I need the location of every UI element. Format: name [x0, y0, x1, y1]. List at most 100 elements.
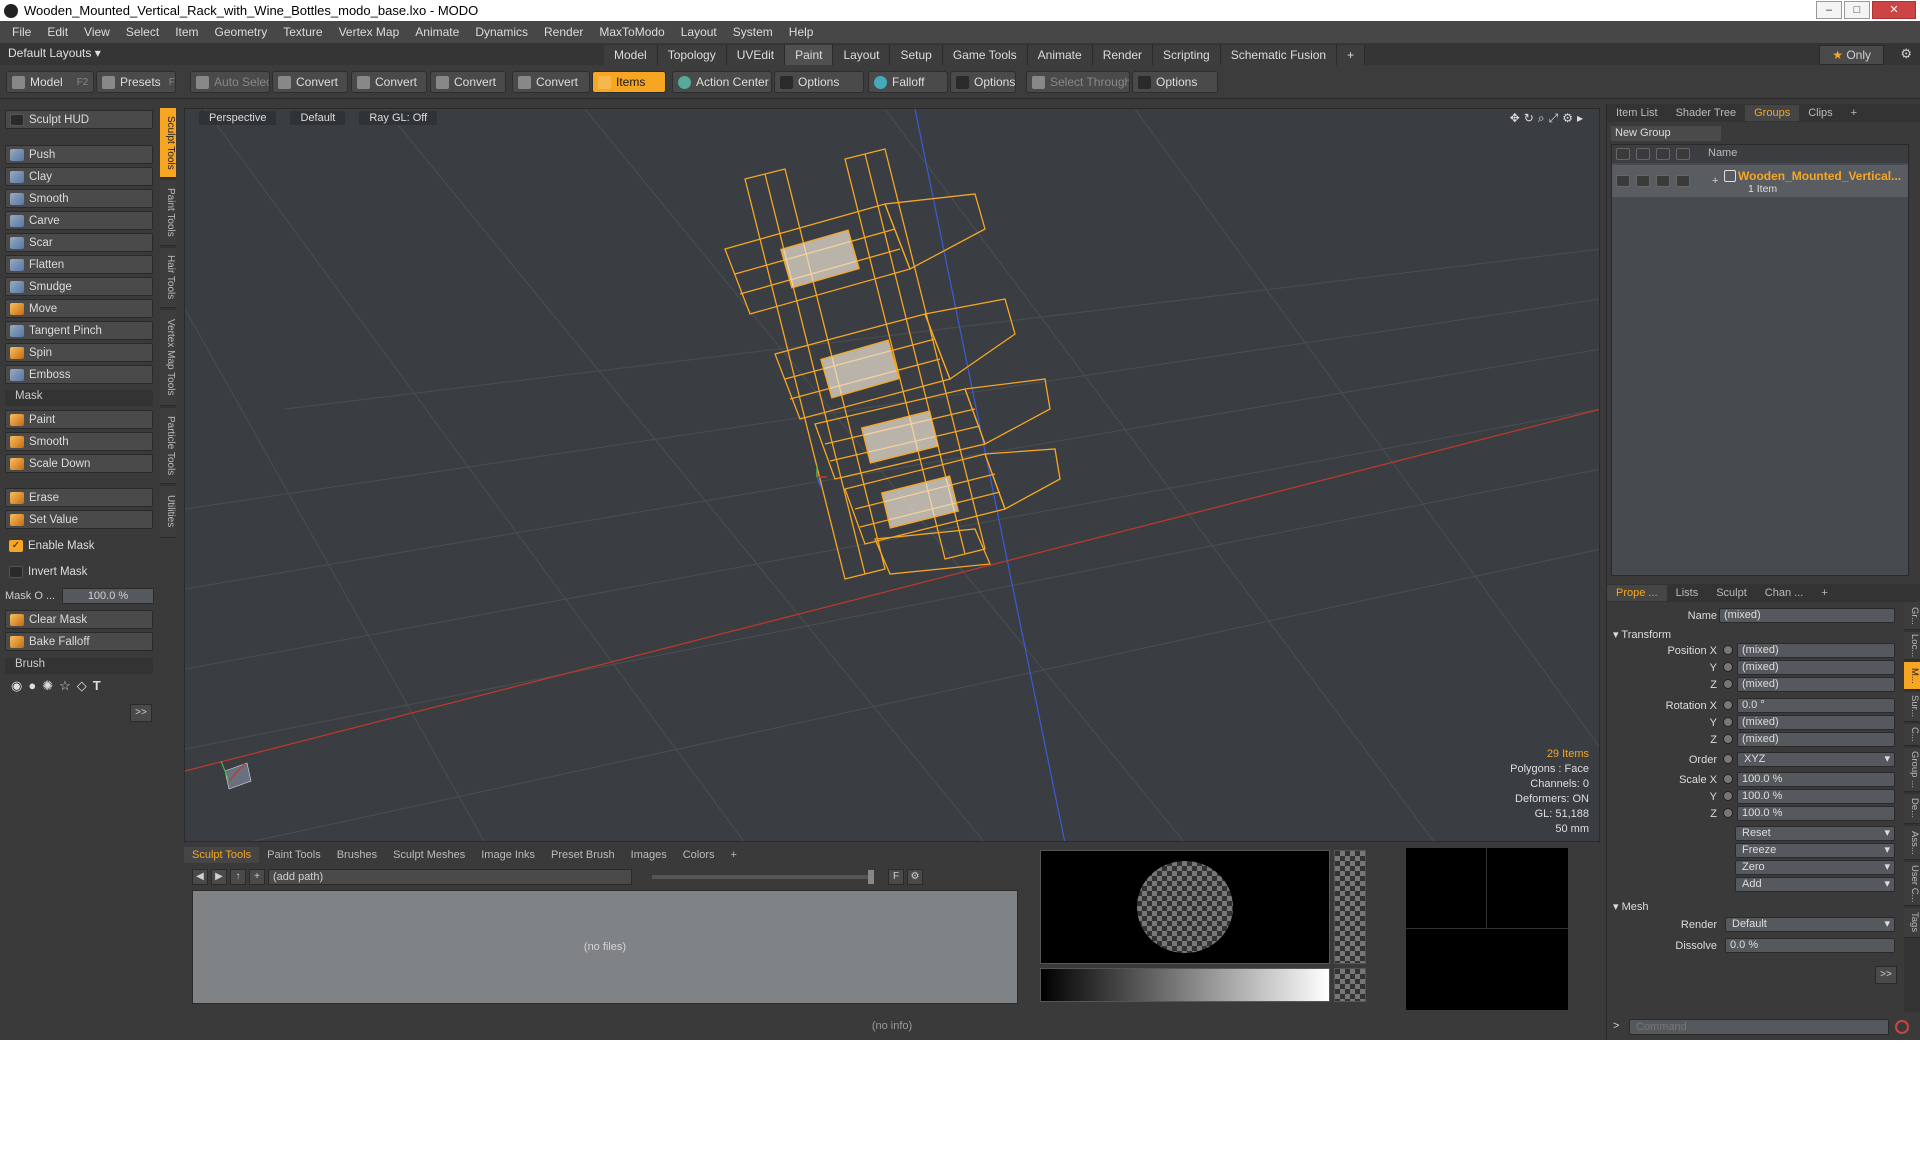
tab-item-list[interactable]: Item List — [1607, 105, 1667, 121]
path-dropdown[interactable]: (add path) — [268, 869, 632, 885]
tab-add-prop[interactable]: + — [1812, 585, 1836, 601]
menu-render[interactable]: Render — [536, 25, 591, 39]
tab-channels[interactable]: Chan ... — [1756, 585, 1813, 601]
zero-dropdown[interactable]: Zero — [1735, 860, 1895, 875]
rvtab-c[interactable]: C... — [1904, 724, 1920, 746]
rotation-x-field[interactable]: 0.0 ° — [1737, 698, 1895, 713]
vtab-sculpt-tools[interactable]: Sculpt Tools — [160, 108, 176, 178]
file-list-area[interactable]: (no files) — [192, 890, 1018, 1004]
convert-button-4[interactable]: Convert — [512, 71, 590, 93]
row-lock-icon[interactable] — [1656, 175, 1670, 187]
falloff-button[interactable]: Falloff — [868, 71, 948, 93]
enable-mask-checkbox[interactable]: ✓ Enable Mask — [5, 536, 153, 555]
rotation-z-radio[interactable] — [1723, 734, 1733, 744]
scale-z-field[interactable]: 100.0 % — [1737, 806, 1895, 821]
sculpt-hud-button[interactable]: Sculpt HUD — [5, 110, 153, 129]
rotate-icon[interactable]: ↻ — [1524, 111, 1538, 125]
menu-item[interactable]: Item — [167, 25, 206, 39]
menu-edit[interactable]: Edit — [39, 25, 76, 39]
rvtab-tags[interactable]: Tags — [1904, 908, 1920, 938]
shading-dropdown[interactable]: Default — [290, 111, 346, 125]
row-eye-icon[interactable] — [1616, 175, 1630, 187]
tab-paint[interactable]: Paint — [785, 45, 834, 67]
filter-icon[interactable]: F — [888, 869, 904, 885]
bake-falloff-button[interactable]: Bake Falloff — [5, 632, 153, 651]
menu-system[interactable]: System — [725, 25, 781, 39]
thumb-size-slider[interactable] — [652, 870, 874, 884]
menu-file[interactable]: File — [4, 25, 39, 39]
btab-sculpt-meshes[interactable]: Sculpt Meshes — [385, 847, 473, 863]
tab-sculpt[interactable]: Sculpt — [1707, 585, 1756, 601]
pan-icon[interactable]: ✥ — [1510, 111, 1524, 125]
btab-brushes[interactable]: Brushes — [329, 847, 385, 863]
browser-gear-icon[interactable]: ⚙ — [907, 869, 923, 885]
position-y-radio[interactable] — [1723, 662, 1733, 672]
tool-smudge[interactable]: Smudge — [5, 277, 153, 296]
convert-button-2[interactable]: Convert — [351, 71, 427, 93]
vtab-utilities[interactable]: Utilities — [160, 486, 176, 538]
minimize-icon[interactable]: – — [1816, 1, 1842, 19]
menu-dynamics[interactable]: Dynamics — [467, 25, 536, 39]
tool-scar[interactable]: Scar — [5, 233, 153, 252]
properties-expand-button[interactable]: >> — [1875, 966, 1897, 984]
tab-add-scene[interactable]: + — [1842, 105, 1866, 121]
brush-section-header[interactable]: Brush — [5, 658, 153, 674]
only-button[interactable]: ★ Only — [1819, 45, 1884, 65]
3d-viewport[interactable]: Perspective Default Ray GL: Off ✥↻⌕⤢⚙▸ 2… — [184, 108, 1600, 842]
rotation-y-field[interactable]: (mixed) — [1737, 715, 1895, 730]
gear-icon[interactable]: ⚙ — [1900, 46, 1912, 62]
expand-icon[interactable]: + — [1712, 175, 1718, 187]
rvtab-de[interactable]: De... — [1904, 794, 1920, 824]
sidebar-expand-button[interactable]: >> — [130, 704, 152, 722]
tool-emboss[interactable]: Emboss — [5, 365, 153, 384]
add-tab-button[interactable]: + — [1337, 45, 1366, 67]
command-input[interactable] — [1629, 1019, 1889, 1035]
brush-custom-icon[interactable]: ◇ — [77, 678, 87, 698]
tab-render[interactable]: Render — [1092, 45, 1154, 67]
rvtab-user-c[interactable]: User C... — [1904, 862, 1920, 906]
tool-clay[interactable]: Clay — [5, 167, 153, 186]
vtab-paint-tools[interactable]: Paint Tools — [160, 180, 176, 246]
brush-star-icon[interactable]: ☆ — [59, 678, 71, 698]
row-render-icon[interactable] — [1636, 175, 1650, 187]
btab-colors[interactable]: Colors — [675, 847, 723, 863]
vtab-particle-tools[interactable]: Particle Tools — [160, 408, 176, 484]
btab-preset-brush[interactable]: Preset Brush — [543, 847, 623, 863]
row-select-icon[interactable] — [1676, 175, 1690, 187]
maximize-icon[interactable]: □ — [1844, 1, 1870, 19]
action-center-button[interactable]: Action Center — [672, 71, 772, 93]
eye-icon[interactable] — [1616, 148, 1630, 160]
menu-select[interactable]: Select — [118, 25, 167, 39]
options-button-2[interactable]: Options — [950, 71, 1016, 93]
tool-push[interactable]: Push — [5, 145, 153, 164]
tab-clips[interactable]: Clips — [1799, 105, 1841, 121]
position-z-field[interactable]: (mixed) — [1737, 677, 1895, 692]
tool-carve[interactable]: Carve — [5, 211, 153, 230]
menu-geometry[interactable]: Geometry — [207, 25, 276, 39]
menu-help[interactable]: Help — [781, 25, 822, 39]
forward-icon[interactable]: ▶ — [211, 869, 227, 885]
tab-setup[interactable]: Setup — [890, 45, 943, 67]
tab-model[interactable]: Model — [604, 45, 658, 67]
rvtab-loc[interactable]: Loc... — [1904, 632, 1920, 660]
dissolve-field[interactable]: 0.0 % — [1725, 938, 1895, 953]
tab-shader-tree[interactable]: Shader Tree — [1667, 105, 1746, 121]
up-icon[interactable]: ↑ — [230, 869, 246, 885]
rotation-z-field[interactable]: (mixed) — [1737, 732, 1895, 747]
fit-icon[interactable]: ⤢ — [1549, 111, 1563, 125]
vtab-hair-tools[interactable]: Hair Tools — [160, 248, 176, 308]
tab-schematic-fusion[interactable]: Schematic Fusion — [1220, 45, 1338, 67]
tab-lists[interactable]: Lists — [1667, 585, 1708, 601]
position-z-radio[interactable] — [1723, 679, 1733, 689]
tool-flatten[interactable]: Flatten — [5, 255, 153, 274]
tool-spin[interactable]: Spin — [5, 343, 153, 362]
name-field[interactable]: (mixed) — [1719, 608, 1895, 623]
add-icon[interactable]: + — [249, 869, 265, 885]
scale-z-radio[interactable] — [1723, 808, 1733, 818]
tab-scripting[interactable]: Scripting — [1153, 45, 1221, 67]
scale-x-field[interactable]: 100.0 % — [1737, 772, 1895, 787]
new-group-button[interactable]: New Group — [1611, 126, 1721, 141]
close-icon[interactable]: ✕ — [1872, 1, 1916, 19]
mesh-section[interactable]: ▾ Mesh — [1613, 900, 1648, 913]
set-value-button[interactable]: Set Value — [5, 510, 153, 529]
